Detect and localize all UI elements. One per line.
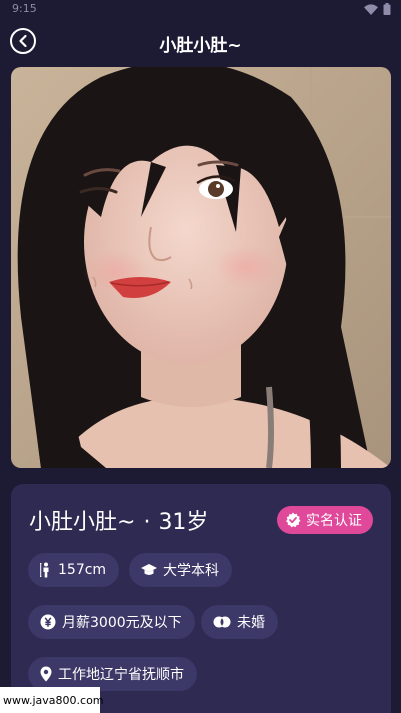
salary-value: 月薪3000元及以下 [62,615,182,631]
wifi-icon [364,3,378,15]
yuan-coin-icon [40,614,56,630]
work-location-tag: 工作地辽宁省抚顺市 [28,657,197,691]
profile-photo[interactable] [11,67,391,468]
name-separator: · [143,510,151,535]
location-pin-icon [40,666,52,682]
battery-icon [383,3,391,15]
marital-tag: 未婚 [201,605,278,639]
profile-photo-image [11,67,391,468]
education-tag: 大学本科 [129,553,232,587]
verified-badge[interactable]: 实名认证 [277,506,373,534]
status-time: 9:15 [12,2,37,15]
profile-name: 小肚小肚~ [29,510,136,535]
verified-label: 实名认证 [306,513,362,529]
graduation-cap-icon [141,564,157,575]
salary-tag: 月薪3000元及以下 [28,605,195,639]
education-value: 大学本科 [163,563,219,579]
status-bar: 9:15 [0,0,401,20]
person-height-icon [40,562,49,578]
height-tag: 157cm [28,553,120,587]
status-icons [364,3,391,15]
verified-gear-icon [286,512,301,528]
height-value: 157cm [58,562,107,578]
nav-bar: 小肚小肚~ [0,24,401,62]
profile-info-card: 小肚小肚~ · 31岁 实名认证 157cm 大学本科 月薪3000元及以下 未… [11,484,391,713]
name-age-row: 小肚小肚~ · 31岁 [29,504,208,536]
marital-value: 未婚 [237,615,265,631]
profile-screen: 9:15 小肚小肚~ 小肚小肚~ · 31岁 实名认证 157cm 大学本科 月… [0,0,401,713]
page-title: 小肚小肚~ [159,36,242,56]
watermark: www.java800.com [0,687,104,713]
profile-age: 31岁 [158,510,209,535]
marital-status-icon [213,616,231,628]
work-location-value: 工作地辽宁省抚顺市 [58,667,184,683]
